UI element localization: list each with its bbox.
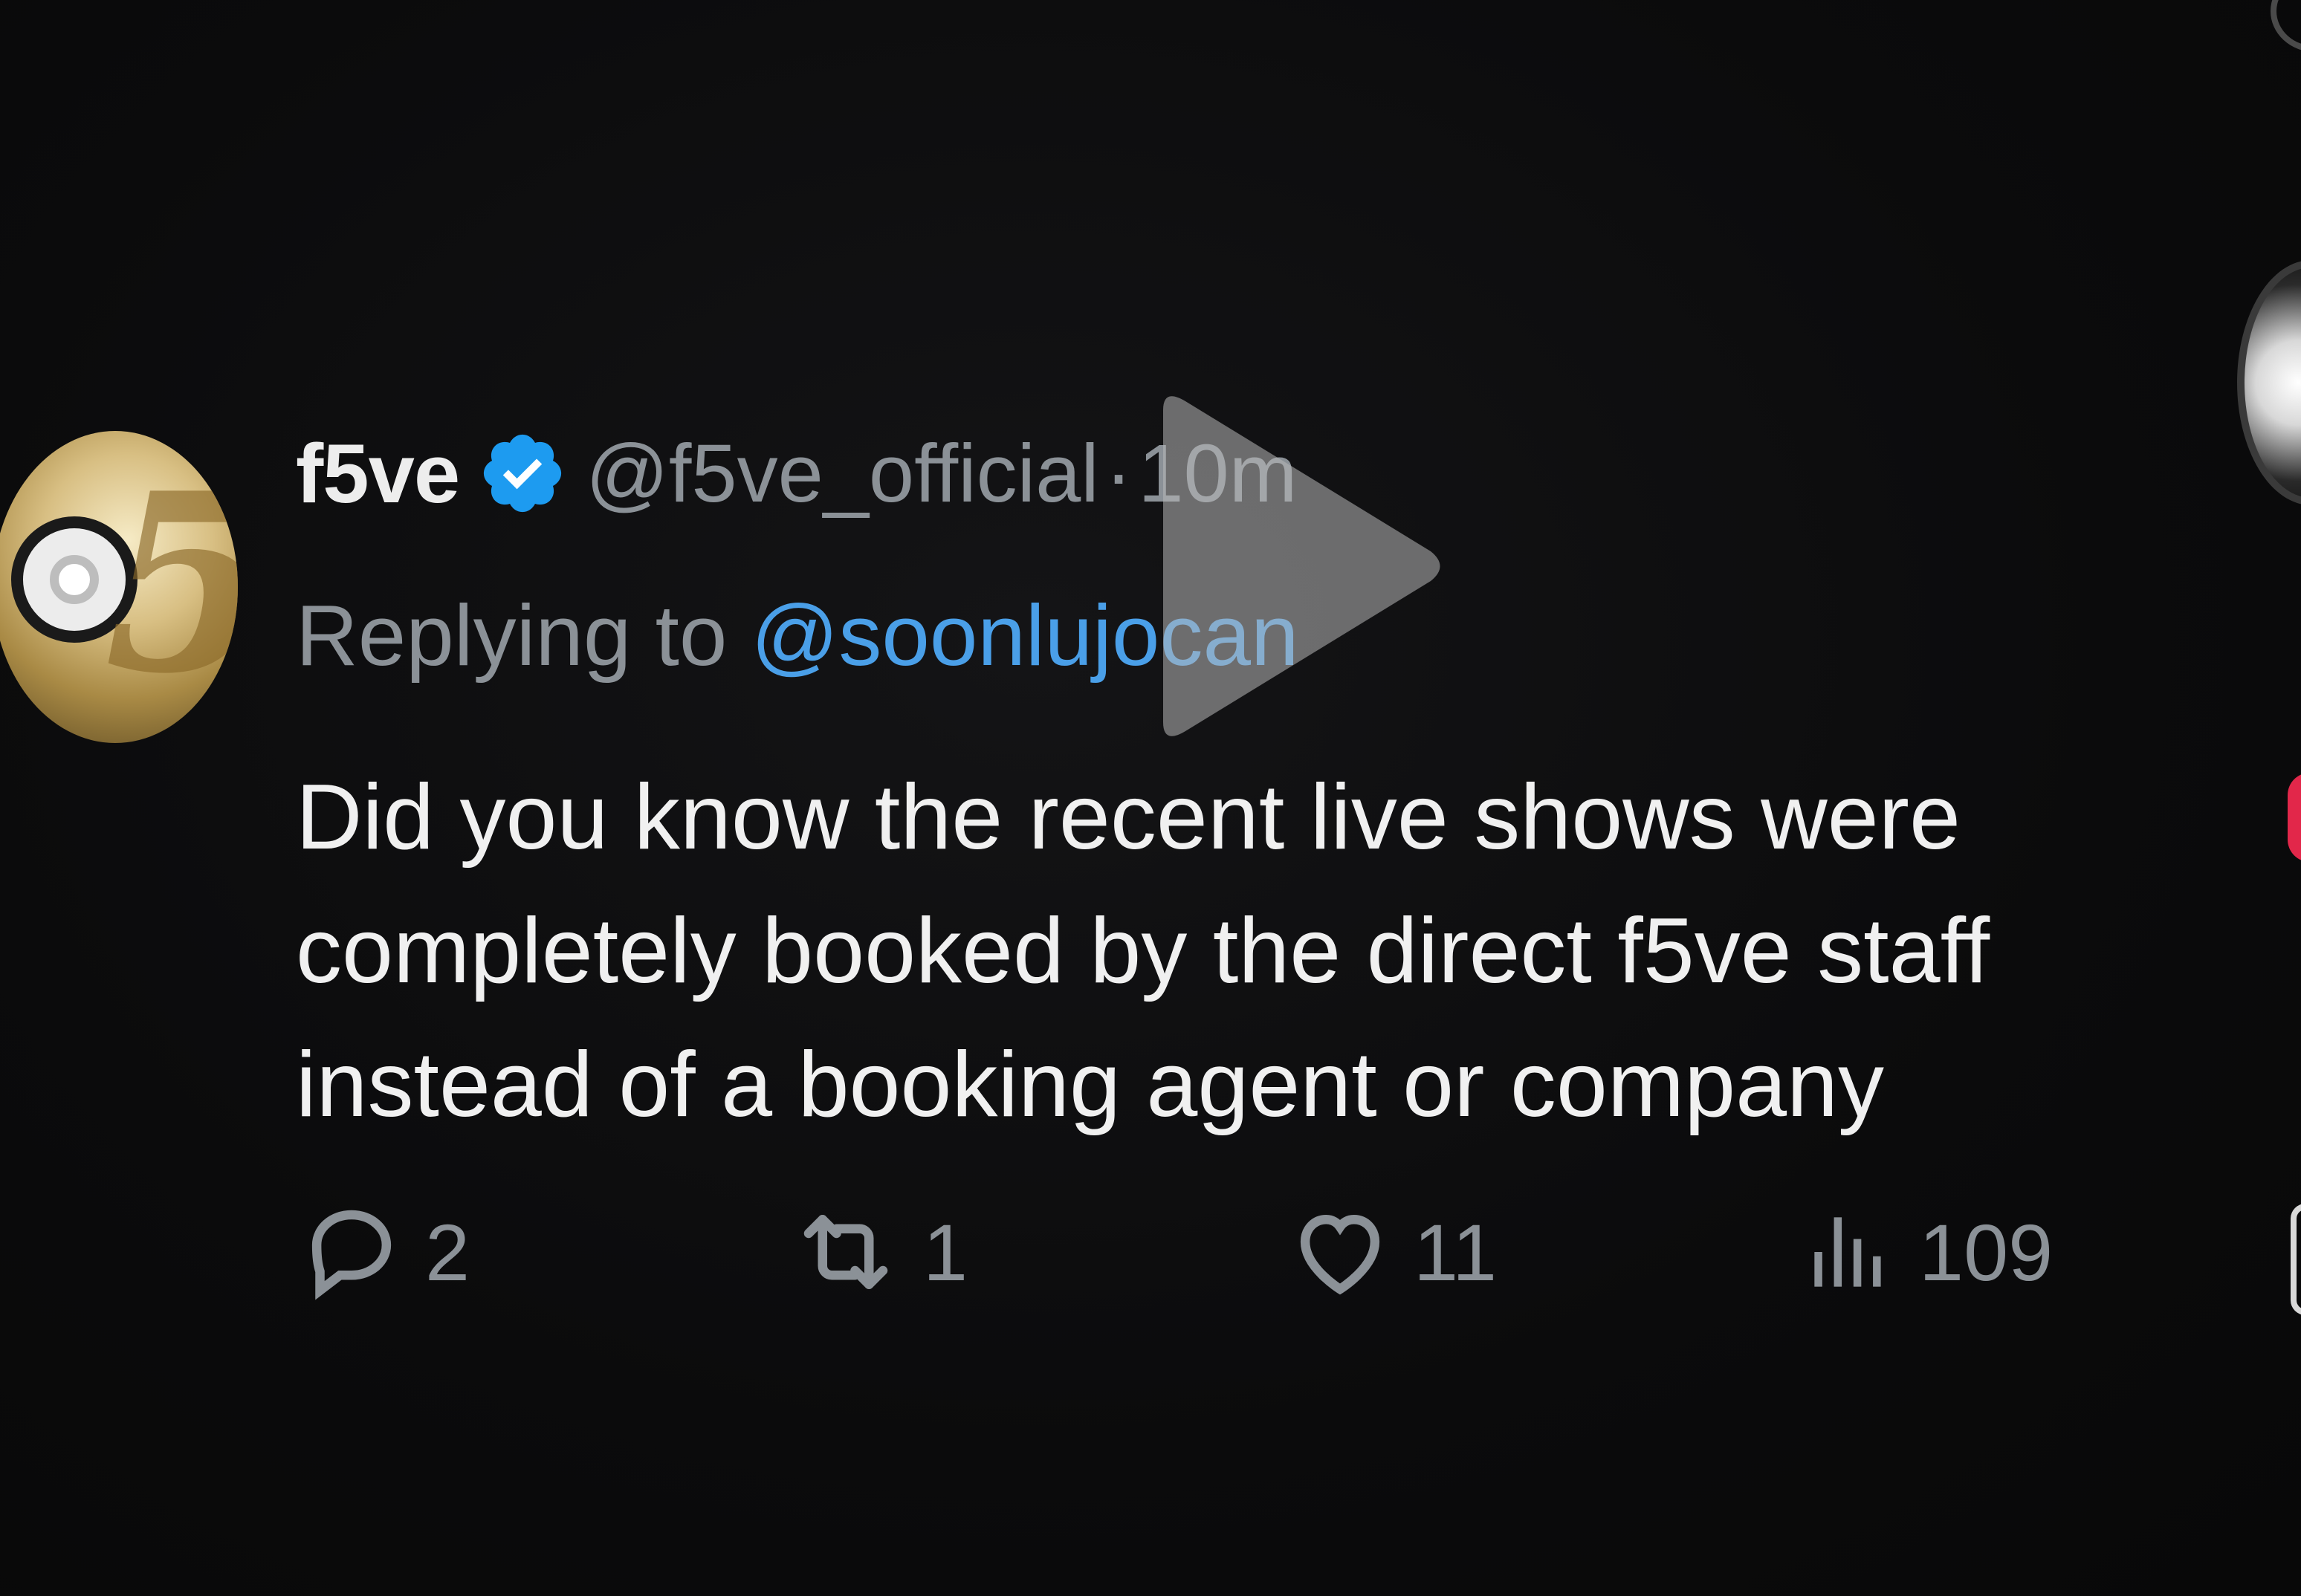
user-handle[interactable]: @f5ve_official xyxy=(586,426,1099,521)
like-count: 11 xyxy=(1414,1207,1498,1297)
like-button[interactable]: 11 xyxy=(1284,1189,1497,1315)
reply-bubble-icon xyxy=(296,1196,407,1308)
reply-button[interactable]: 2 xyxy=(296,1189,470,1315)
comment-button-edge[interactable] xyxy=(2291,1204,2301,1315)
avatar[interactable]: 5 xyxy=(0,431,238,743)
tweet-body-line: Did you know the recent live shows were xyxy=(296,766,1961,869)
play-icon[interactable] xyxy=(1148,388,1446,745)
tweet-body: Did you know the recent live shows were … xyxy=(296,750,2301,1152)
display-name[interactable]: f5ve xyxy=(296,426,460,522)
views-bars-icon xyxy=(1797,1196,1901,1308)
tweet-body-line: instead of a booking agent or company xyxy=(296,1034,1885,1136)
tweet-header: f5ve @f5ve_official · 10m xyxy=(296,427,1297,520)
avatar-logo-graphic: 5 xyxy=(104,461,238,706)
verified-badge-icon xyxy=(477,428,568,519)
views-button[interactable]: 109 xyxy=(1797,1189,2053,1315)
views-count: 109 xyxy=(1919,1207,2054,1297)
side-button-top[interactable] xyxy=(2271,0,2301,52)
action-bar: 2 1 11 109 xyxy=(296,1189,2154,1315)
tweet-body-line: completely booked by the direct f5ve sta… xyxy=(296,900,1990,1002)
retweet-count: 1 xyxy=(923,1207,968,1297)
replying-prefix: Replying to xyxy=(296,587,751,684)
heart-icon xyxy=(1284,1196,1396,1308)
reply-count: 2 xyxy=(425,1207,470,1297)
creator-avatar-edge[interactable] xyxy=(2237,260,2301,505)
retweet-button[interactable]: 1 xyxy=(786,1189,968,1315)
retweet-icon xyxy=(786,1196,905,1308)
video-frame: 5 f5ve @f5ve_official · 10m Replying to … xyxy=(0,0,2301,1596)
separator-dot: · xyxy=(1104,427,1133,519)
